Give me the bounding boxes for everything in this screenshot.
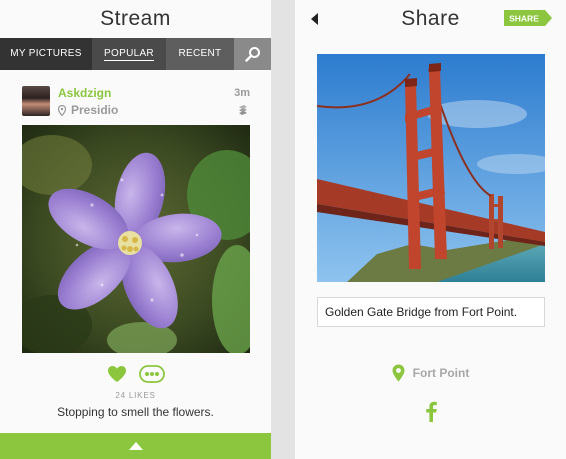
likes-count: 24 LIKES (115, 391, 156, 400)
location-pin-icon (58, 104, 66, 116)
share-button-label: SHARE (509, 14, 539, 24)
post-location[interactable]: Presidio (58, 103, 118, 117)
avatar[interactable] (22, 86, 50, 116)
caption-input[interactable] (317, 297, 545, 327)
flower-photo (22, 125, 250, 353)
tab-popular-label: POPULAR (104, 48, 154, 61)
more-icon[interactable] (138, 365, 165, 383)
stream-screen: Stream MY PICTURES POPULAR RECENT Askdzi… (0, 0, 271, 459)
share-photo (317, 54, 545, 282)
share-location-label: Fort Point (412, 366, 470, 380)
post-caption: Stopping to smell the flowers. (57, 405, 214, 419)
share-button[interactable]: SHARE (504, 10, 552, 26)
expand-bar[interactable] (0, 433, 271, 459)
stream-title: Stream (100, 7, 171, 30)
search-button[interactable] (234, 38, 271, 70)
post-actions (0, 362, 271, 386)
heart-icon[interactable] (107, 365, 127, 383)
stream-tab-bar: MY PICTURES POPULAR RECENT (0, 38, 271, 70)
bridge-photo (317, 54, 545, 282)
tab-my-pictures[interactable]: MY PICTURES (0, 38, 92, 70)
post-timestamp: 3m (234, 87, 250, 99)
panel-divider (271, 0, 295, 459)
location-pin-icon (392, 364, 405, 382)
post-photo[interactable] (22, 125, 250, 353)
search-icon (244, 47, 260, 62)
post-username[interactable]: Askdzign (58, 86, 111, 100)
share-screen: Share SHARE Golden Gate Bridge from Fort… (295, 0, 566, 459)
post-location-label: Presidio (71, 103, 119, 117)
facebook-icon[interactable] (423, 400, 439, 422)
stack-icon (239, 105, 247, 115)
tab-popular[interactable]: POPULAR (92, 38, 166, 70)
post-header: Askdzign Presidio 3m (22, 84, 250, 120)
share-location[interactable]: Fort Point (295, 364, 566, 382)
tab-recent[interactable]: RECENT (166, 38, 234, 70)
chevron-up-icon (128, 442, 143, 450)
app-screenshots: Stream MY PICTURES POPULAR RECENT Askdzi… (0, 0, 566, 459)
